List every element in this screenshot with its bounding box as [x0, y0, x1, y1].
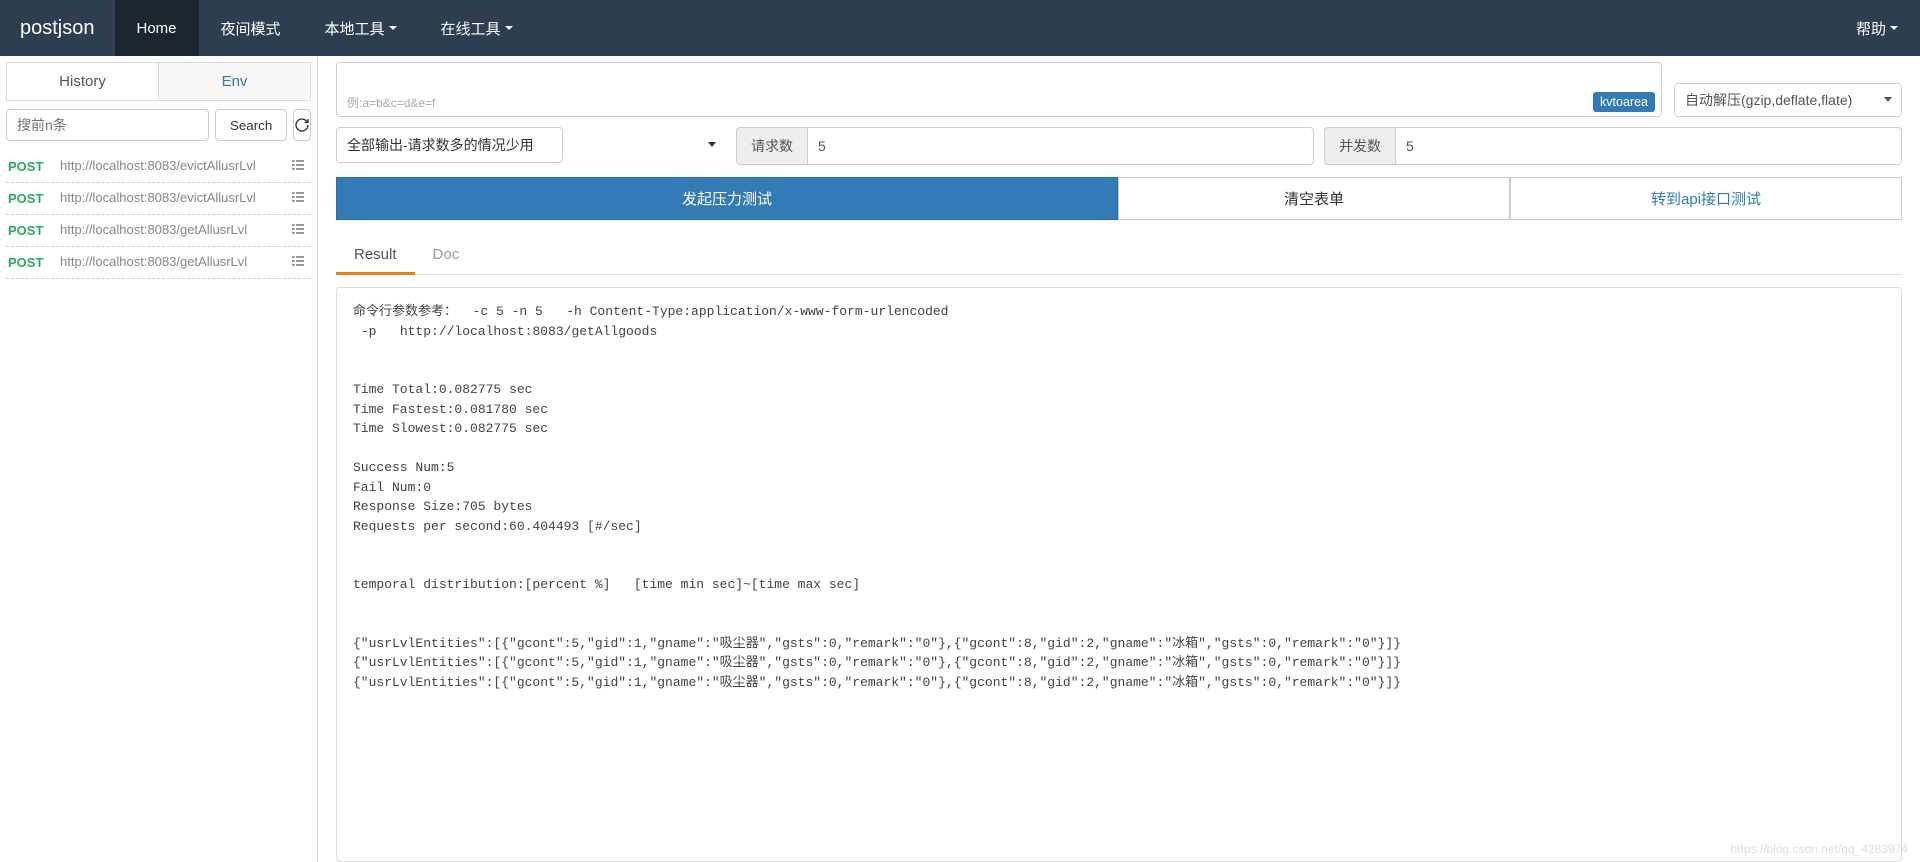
start-test-button[interactable]: 发起压力测试	[336, 177, 1118, 220]
sidebar: History Env Search POST http://localhost…	[0, 56, 318, 862]
tab-result[interactable]: Result	[336, 236, 415, 275]
nav-online-tools-label: 在线工具	[441, 18, 501, 39]
top-navbar: postjson Home 夜间模式 本地工具 在线工具 帮助	[0, 0, 1920, 56]
sidebar-tabs: History Env	[6, 62, 311, 101]
list-icon[interactable]	[287, 253, 309, 272]
request-body-input[interactable]	[337, 63, 1661, 90]
request-count-label: 请求数	[736, 127, 807, 165]
method-badge: POST	[8, 159, 60, 174]
chevron-down-icon	[505, 26, 513, 30]
history-url: http://localhost:8083/evictAllusrLvl	[60, 158, 287, 175]
tab-history[interactable]: History	[7, 63, 158, 100]
history-item[interactable]: POST http://localhost:8083/getAllusrLvl	[6, 215, 311, 247]
nav-home[interactable]: Home	[115, 0, 199, 56]
output-mode-select[interactable]: 全部输出-请求数多的情况少用	[336, 127, 563, 163]
concurrency-input[interactable]	[1395, 127, 1902, 165]
switch-api-test-button[interactable]: 转到api接口测试	[1510, 177, 1902, 220]
result-output: 命令行参数参考： -c 5 -n 5 -h Content-Type:appli…	[353, 302, 1885, 692]
request-count-input[interactable]	[807, 127, 1314, 165]
brand-logo: postjson	[0, 17, 115, 40]
history-url: http://localhost:8083/getAllusrLvl	[60, 254, 287, 271]
method-badge: POST	[8, 191, 60, 206]
history-url: http://localhost:8083/getAllusrLvl	[60, 222, 287, 239]
list-icon[interactable]	[287, 157, 309, 176]
body-example-hint: 例:a=b&c=d&e=f	[347, 94, 435, 111]
history-list: POST http://localhost:8083/evictAllusrLv…	[6, 151, 311, 279]
result-pane[interactable]: 命令行参数参考： -c 5 -n 5 -h Content-Type:appli…	[336, 287, 1902, 862]
method-badge: POST	[8, 255, 60, 270]
history-item[interactable]: POST http://localhost:8083/getAllusrLvl	[6, 247, 311, 279]
nav-help-label: 帮助	[1856, 18, 1886, 39]
refresh-icon	[294, 117, 310, 133]
method-badge: POST	[8, 223, 60, 238]
kvtoarea-button[interactable]: kvtoarea	[1593, 92, 1655, 112]
list-icon[interactable]	[287, 221, 309, 240]
history-url: http://localhost:8083/evictAllusrLvl	[60, 190, 287, 207]
decompress-select[interactable]: 自动解压(gzip,deflate,flate)	[1674, 83, 1902, 117]
concurrency-label: 并发数	[1324, 127, 1395, 165]
chevron-down-icon	[389, 26, 397, 30]
list-icon[interactable]	[287, 189, 309, 208]
clear-form-button[interactable]: 清空表单	[1118, 177, 1510, 220]
tab-env[interactable]: Env	[158, 63, 310, 100]
history-item[interactable]: POST http://localhost:8083/evictAllusrLv…	[6, 183, 311, 215]
refresh-button[interactable]	[293, 109, 311, 141]
request-body-box: 例:a=b&c=d&e=f kvtoarea	[336, 62, 1662, 117]
nav-online-tools[interactable]: 在线工具	[419, 0, 535, 56]
result-tabs: Result Doc	[336, 236, 1902, 275]
nav-help[interactable]: 帮助	[1834, 0, 1920, 56]
nav-local-tools[interactable]: 本地工具	[303, 0, 419, 56]
nav-night-mode[interactable]: 夜间模式	[199, 0, 303, 56]
main-panel: 例:a=b&c=d&e=f kvtoarea 自动解压(gzip,deflate…	[318, 56, 1920, 862]
search-button[interactable]: Search	[215, 109, 287, 141]
chevron-down-icon	[1890, 26, 1898, 30]
history-item[interactable]: POST http://localhost:8083/evictAllusrLv…	[6, 151, 311, 183]
nav-local-tools-label: 本地工具	[325, 18, 385, 39]
tab-doc[interactable]: Doc	[415, 236, 478, 274]
history-search-input[interactable]	[6, 109, 209, 141]
